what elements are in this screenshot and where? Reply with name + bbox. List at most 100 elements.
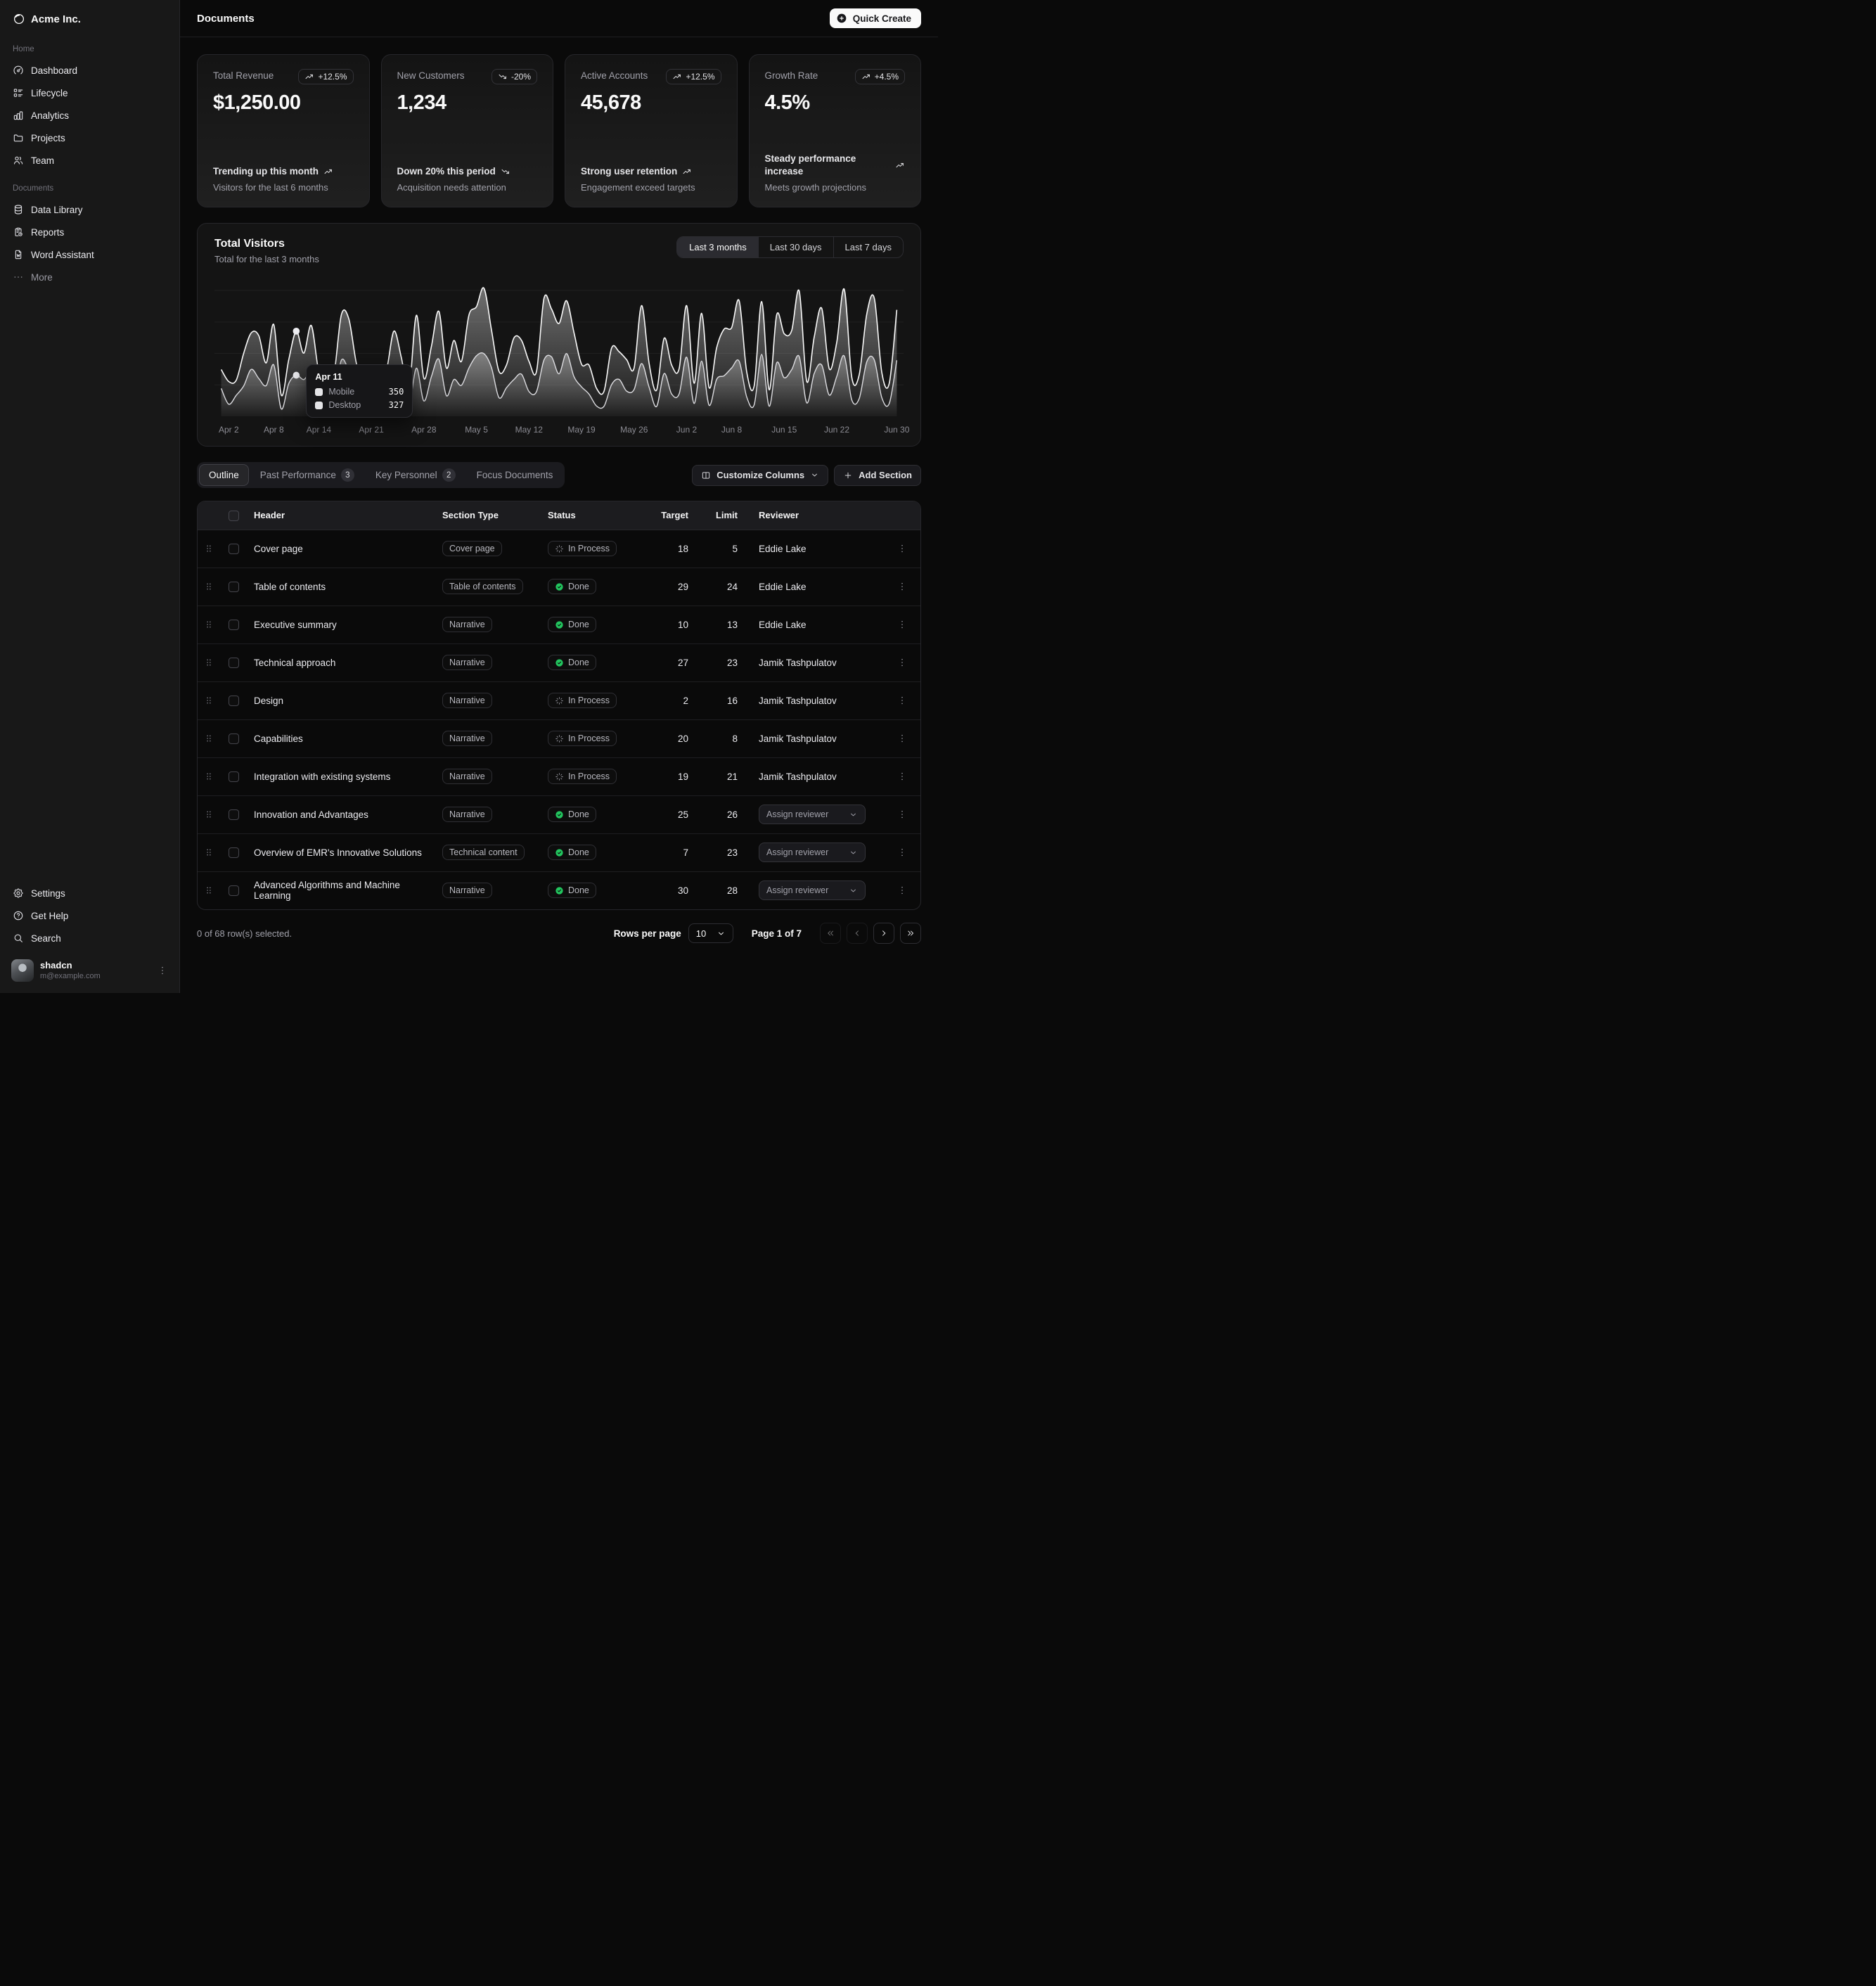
row-menu-button[interactable] xyxy=(892,729,912,748)
row-header-cell[interactable]: Innovation and Advantages xyxy=(248,795,437,833)
row-checkbox[interactable] xyxy=(229,809,239,820)
target-cell[interactable]: 19 xyxy=(648,757,704,795)
target-cell[interactable]: 20 xyxy=(648,719,704,757)
target-cell[interactable]: 7 xyxy=(648,833,704,871)
target-cell[interactable]: 27 xyxy=(648,643,704,681)
target-cell[interactable]: 10 xyxy=(648,606,704,643)
row-header-cell[interactable]: Overview of EMR's Innovative Solutions xyxy=(248,833,437,871)
tab[interactable]: Focus Documents xyxy=(467,464,563,486)
row-menu-button[interactable] xyxy=(892,615,912,634)
row-menu-button[interactable] xyxy=(892,653,912,672)
limit-cell[interactable]: 24 xyxy=(704,568,753,606)
row-checkbox[interactable] xyxy=(229,771,239,782)
range-option[interactable]: Last 30 days xyxy=(758,237,833,257)
sidebar-item[interactable]: Analytics xyxy=(6,104,174,127)
row-menu-button[interactable] xyxy=(892,880,912,900)
row-header-cell[interactable]: Cover page xyxy=(248,530,437,568)
assign-reviewer-select[interactable]: Assign reviewer xyxy=(759,843,866,862)
row-checkbox[interactable] xyxy=(229,696,239,706)
row-header-cell[interactable]: Design xyxy=(248,681,437,719)
row-header-cell[interactable]: Capabilities xyxy=(248,719,437,757)
limit-cell[interactable]: 16 xyxy=(704,681,753,719)
range-option[interactable]: Last 7 days xyxy=(833,237,904,257)
chart-area: Apr 11 Mobile 350 Desktop 327 xyxy=(214,281,904,419)
sidebar-item-label: Lifecycle xyxy=(31,88,68,98)
target-cell[interactable]: 29 xyxy=(648,568,704,606)
limit-cell[interactable]: 26 xyxy=(704,795,753,833)
drag-handle-icon[interactable] xyxy=(203,695,214,706)
sidebar-item[interactable]: Data Library xyxy=(6,198,174,221)
status-badge: In Process xyxy=(548,693,617,708)
range-option[interactable]: Last 3 months xyxy=(677,237,758,257)
add-section-button[interactable]: Add Section xyxy=(834,465,921,486)
sidebar-item[interactable]: Reports xyxy=(6,221,174,243)
tab-count-badge: 3 xyxy=(341,468,354,482)
limit-cell[interactable]: 28 xyxy=(704,871,753,909)
limit-cell[interactable]: 8 xyxy=(704,719,753,757)
sidebar-footer-item[interactable]: Get Help xyxy=(6,904,174,927)
drag-handle-icon[interactable] xyxy=(203,847,214,858)
drag-handle-icon[interactable] xyxy=(203,809,214,820)
first-page-button[interactable] xyxy=(820,923,841,944)
tab[interactable]: Outline xyxy=(199,464,249,486)
sidebar-item[interactable]: Projects xyxy=(6,127,174,149)
chart-tooltip: Apr 11 Mobile 350 Desktop 327 xyxy=(306,364,413,418)
row-checkbox[interactable] xyxy=(229,582,239,592)
row-checkbox[interactable] xyxy=(229,847,239,858)
user-menu[interactable]: shadcn m@example.com xyxy=(6,954,174,987)
row-header-cell[interactable]: Technical approach xyxy=(248,643,437,681)
sidebar-item[interactable]: Word Assistant xyxy=(6,243,174,266)
row-checkbox[interactable] xyxy=(229,620,239,630)
row-menu-button[interactable] xyxy=(892,539,912,558)
customize-columns-button[interactable]: Customize Columns xyxy=(692,465,828,486)
sidebar-item[interactable]: Team xyxy=(6,149,174,172)
limit-cell[interactable]: 21 xyxy=(704,757,753,795)
quick-create-button[interactable]: Quick Create xyxy=(830,8,921,28)
target-cell[interactable]: 2 xyxy=(648,681,704,719)
target-cell[interactable]: 18 xyxy=(648,530,704,568)
row-menu-button[interactable] xyxy=(892,577,912,596)
previous-page-button[interactable] xyxy=(847,923,868,944)
sidebar-item[interactable]: Lifecycle xyxy=(6,82,174,104)
row-checkbox[interactable] xyxy=(229,658,239,668)
limit-cell[interactable]: 23 xyxy=(704,833,753,871)
last-page-button[interactable] xyxy=(900,923,921,944)
sidebar-footer-item[interactable]: Search xyxy=(6,927,174,949)
target-cell[interactable]: 25 xyxy=(648,795,704,833)
row-menu-button[interactable] xyxy=(892,805,912,824)
assign-reviewer-select[interactable]: Assign reviewer xyxy=(759,805,866,824)
tab[interactable]: Key Personnel 2 xyxy=(366,464,465,486)
brand[interactable]: Acme Inc. xyxy=(6,6,174,32)
row-menu-button[interactable] xyxy=(892,767,912,786)
row-checkbox[interactable] xyxy=(229,733,239,744)
drag-handle-icon[interactable] xyxy=(203,885,214,896)
row-header-cell[interactable]: Integration with existing systems xyxy=(248,757,437,795)
row-header-cell[interactable]: Executive summary xyxy=(248,606,437,643)
reviewer-name: Jamik Tashpulatov xyxy=(759,733,837,744)
row-checkbox[interactable] xyxy=(229,544,239,554)
limit-cell[interactable]: 23 xyxy=(704,643,753,681)
row-checkbox[interactable] xyxy=(229,885,239,896)
next-page-button[interactable] xyxy=(873,923,894,944)
drag-handle-icon[interactable] xyxy=(203,771,214,782)
sidebar-item[interactable]: More xyxy=(6,266,174,288)
target-cell[interactable]: 30 xyxy=(648,871,704,909)
row-menu-button[interactable] xyxy=(892,843,912,862)
column-target: Target xyxy=(648,501,704,530)
drag-handle-icon[interactable] xyxy=(203,543,214,554)
rows-per-page-select[interactable]: 10 xyxy=(688,923,733,943)
row-header-cell[interactable]: Advanced Algorithms and Machine Learning xyxy=(248,871,437,909)
select-all-checkbox[interactable] xyxy=(229,511,239,521)
drag-handle-icon[interactable] xyxy=(203,733,214,744)
drag-handle-icon[interactable] xyxy=(203,619,214,630)
assign-reviewer-select[interactable]: Assign reviewer xyxy=(759,880,866,900)
drag-handle-icon[interactable] xyxy=(203,581,214,592)
drag-handle-icon[interactable] xyxy=(203,657,214,668)
row-menu-button[interactable] xyxy=(892,691,912,710)
limit-cell[interactable]: 13 xyxy=(704,606,753,643)
tab[interactable]: Past Performance 3 xyxy=(250,464,364,486)
limit-cell[interactable]: 5 xyxy=(704,530,753,568)
sidebar-footer-item[interactable]: Settings xyxy=(6,882,174,904)
row-header-cell[interactable]: Table of contents xyxy=(248,568,437,606)
sidebar-item[interactable]: Dashboard xyxy=(6,59,174,82)
